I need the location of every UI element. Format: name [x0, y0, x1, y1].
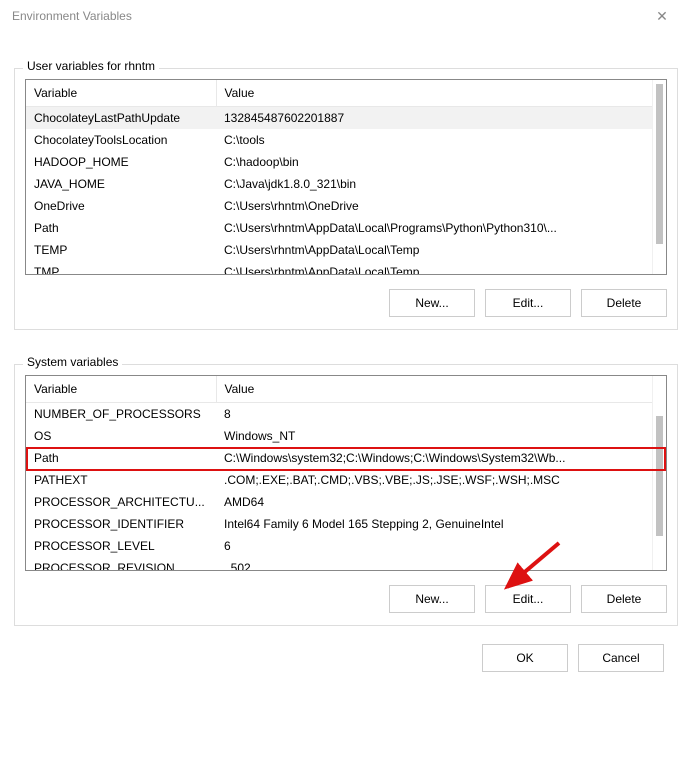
system-col-value[interactable]: Value [216, 376, 652, 403]
user-button-row: New... Edit... Delete [25, 289, 667, 317]
cell-variable: Path [26, 217, 216, 239]
cell-variable: PATHEXT [26, 469, 216, 491]
table-row[interactable]: OSWindows_NT [26, 425, 652, 447]
table-row[interactable]: ChocolateyToolsLocationC:\tools [26, 129, 652, 151]
close-button[interactable]: ✕ [640, 2, 684, 30]
cell-variable: OneDrive [26, 195, 216, 217]
cell-value: C:\Windows\system32;C:\Windows;C:\Window… [216, 447, 652, 469]
cell-value: C:\Java\jdk1.8.0_321\bin [216, 173, 652, 195]
cell-variable: TEMP [26, 239, 216, 261]
cell-variable: ChocolateyToolsLocation [26, 129, 216, 151]
user-variables-group: User variables for rhntm Variable Value … [14, 68, 678, 330]
cell-variable: PROCESSOR_LEVEL [26, 535, 216, 557]
system-col-variable[interactable]: Variable [26, 376, 216, 403]
cell-value: AMD64 [216, 491, 652, 513]
cell-value: 8 [216, 403, 652, 426]
system-button-row: New... Edit... Delete [25, 585, 667, 613]
close-icon: ✕ [656, 8, 668, 25]
system-delete-button[interactable]: Delete [581, 585, 667, 613]
cell-variable: PROCESSOR_REVISION [26, 557, 216, 570]
titlebar: Environment Variables ✕ [0, 0, 692, 32]
cell-value: Intel64 Family 6 Model 165 Stepping 2, G… [216, 513, 652, 535]
table-row[interactable]: PROCESSOR_IDENTIFIERIntel64 Family 6 Mod… [26, 513, 652, 535]
system-new-button[interactable]: New... [389, 585, 475, 613]
cell-value: C:\hadoop\bin [216, 151, 652, 173]
system-variables-table-wrap: Variable Value NUMBER_OF_PROCESSORS8OSWi… [25, 375, 667, 571]
table-row[interactable]: HADOOP_HOMEC:\hadoop\bin [26, 151, 652, 173]
system-scrollbar[interactable] [652, 376, 666, 570]
user-delete-button[interactable]: Delete [581, 289, 667, 317]
table-row[interactable]: TEMPC:\Users\rhntm\AppData\Local\Temp [26, 239, 652, 261]
user-new-button[interactable]: New... [389, 289, 475, 317]
cell-value: C:\Users\rhntm\AppData\Local\Programs\Py… [216, 217, 652, 239]
cell-variable: OS [26, 425, 216, 447]
user-scrollbar-thumb[interactable] [656, 84, 663, 244]
user-edit-button[interactable]: Edit... [485, 289, 571, 317]
table-row[interactable]: JAVA_HOMEC:\Java\jdk1.8.0_321\bin [26, 173, 652, 195]
cell-variable: PROCESSOR_IDENTIFIER [26, 513, 216, 535]
cell-variable: Path [26, 447, 216, 469]
cell-value: .COM;.EXE;.BAT;.CMD;.VBS;.VBE;.JS;.JSE;.… [216, 469, 652, 491]
cell-variable: ChocolateyLastPathUpdate [26, 107, 216, 130]
cell-value: C:\Users\rhntm\AppData\Local\Temp [216, 239, 652, 261]
cell-value: ..502 [216, 557, 652, 570]
table-row[interactable]: ChocolateyLastPathUpdate1328454876022018… [26, 107, 652, 130]
user-scrollbar[interactable] [652, 80, 666, 274]
table-row[interactable]: OneDriveC:\Users\rhntm\OneDrive [26, 195, 652, 217]
cell-value: Windows_NT [216, 425, 652, 447]
cell-variable: JAVA_HOME [26, 173, 216, 195]
table-row[interactable]: PathC:\Users\rhntm\AppData\Local\Program… [26, 217, 652, 239]
user-variables-table-wrap: Variable Value ChocolateyLastPathUpdate1… [25, 79, 667, 275]
cell-variable: TMP [26, 261, 216, 274]
user-variables-label: User variables for rhntm [23, 59, 159, 73]
system-scrollbar-thumb[interactable] [656, 416, 663, 536]
cell-value: C:\tools [216, 129, 652, 151]
table-row[interactable]: NUMBER_OF_PROCESSORS8 [26, 403, 652, 426]
ok-button[interactable]: OK [482, 644, 568, 672]
cell-variable: HADOOP_HOME [26, 151, 216, 173]
table-row[interactable]: PROCESSOR_ARCHITECTU...AMD64 [26, 491, 652, 513]
system-variables-label: System variables [23, 355, 122, 369]
cell-value: 6 [216, 535, 652, 557]
cell-variable: PROCESSOR_ARCHITECTU... [26, 491, 216, 513]
user-col-variable[interactable]: Variable [26, 80, 216, 107]
cell-value: C:\Users\rhntm\OneDrive [216, 195, 652, 217]
dialog-content: User variables for rhntm Variable Value … [0, 32, 692, 686]
cancel-button[interactable]: Cancel [578, 644, 664, 672]
cell-value: C:\Users\rhntm\AppData\Local\Temp [216, 261, 652, 274]
table-row[interactable]: TMPC:\Users\rhntm\AppData\Local\Temp [26, 261, 652, 274]
table-row[interactable]: PROCESSOR_REVISION..502 [26, 557, 652, 570]
table-row[interactable]: PROCESSOR_LEVEL6 [26, 535, 652, 557]
window-title: Environment Variables [12, 9, 132, 23]
system-variables-table[interactable]: Variable Value NUMBER_OF_PROCESSORS8OSWi… [26, 376, 652, 570]
table-row[interactable]: PathC:\Windows\system32;C:\Windows;C:\Wi… [26, 447, 652, 469]
dialog-footer: OK Cancel [14, 630, 678, 672]
system-variables-group: System variables Variable Value NUMBER_O… [14, 364, 678, 626]
table-row[interactable]: PATHEXT.COM;.EXE;.BAT;.CMD;.VBS;.VBE;.JS… [26, 469, 652, 491]
system-edit-button[interactable]: Edit... [485, 585, 571, 613]
user-col-value[interactable]: Value [216, 80, 652, 107]
cell-value: 132845487602201887 [216, 107, 652, 130]
user-variables-table[interactable]: Variable Value ChocolateyLastPathUpdate1… [26, 80, 652, 274]
cell-variable: NUMBER_OF_PROCESSORS [26, 403, 216, 426]
